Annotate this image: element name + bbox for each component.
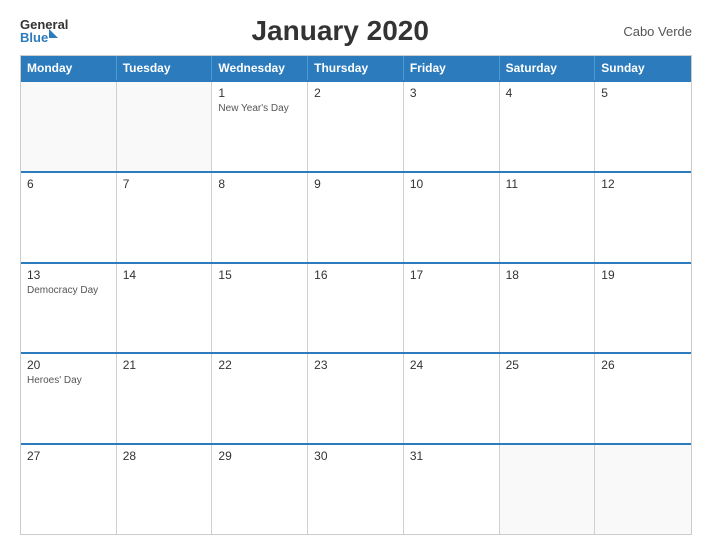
calendar-cell <box>500 445 596 534</box>
calendar-cell: 2 <box>308 82 404 171</box>
calendar-cell: 31 <box>404 445 500 534</box>
calendar-cell: 15 <box>212 264 308 353</box>
day-number: 9 <box>314 177 397 191</box>
day-number: 28 <box>123 449 206 463</box>
day-number: 7 <box>123 177 206 191</box>
calendar-cell: 12 <box>595 173 691 262</box>
day-number: 11 <box>506 177 589 191</box>
calendar-cell: 1 New Year's Day <box>212 82 308 171</box>
day-number: 29 <box>218 449 301 463</box>
calendar-cell: 23 <box>308 354 404 443</box>
calendar-header-row: MondayTuesdayWednesdayThursdayFridaySatu… <box>21 56 691 80</box>
calendar-cell: 17 <box>404 264 500 353</box>
calendar-cell: 11 <box>500 173 596 262</box>
day-number: 6 <box>27 177 110 191</box>
logo-blue-text: Blue <box>20 31 48 44</box>
calendar-header-cell: Monday <box>21 56 117 80</box>
calendar-cell: 13 Democracy Day <box>21 264 117 353</box>
calendar-cell: 7 <box>117 173 213 262</box>
calendar-header-cell: Friday <box>404 56 500 80</box>
day-number: 14 <box>123 268 206 282</box>
calendar-week: 6789 10 11 12 <box>21 171 691 262</box>
calendar-cell: 22 <box>212 354 308 443</box>
calendar-cell: 20 Heroes' Day <box>21 354 117 443</box>
day-number: 18 <box>506 268 589 282</box>
calendar-cell: 14 <box>117 264 213 353</box>
calendar-week: 13 Democracy Day 14 15 16 17 18 19 <box>21 262 691 353</box>
country-name: Cabo Verde <box>612 24 692 39</box>
calendar-cell: 4 <box>500 82 596 171</box>
calendar-cell: 19 <box>595 264 691 353</box>
day-number: 31 <box>410 449 493 463</box>
logo-triangle-icon <box>49 29 58 38</box>
day-number: 12 <box>601 177 685 191</box>
logo: General Blue <box>20 18 68 44</box>
calendar-week: 1 New Year's Day 2345 <box>21 80 691 171</box>
calendar-cell: 26 <box>595 354 691 443</box>
day-number: 21 <box>123 358 206 372</box>
day-number: 30 <box>314 449 397 463</box>
calendar-cell: 5 <box>595 82 691 171</box>
day-number: 4 <box>506 86 589 100</box>
calendar-week: 27 28 29 30 31 <box>21 443 691 534</box>
calendar-cell <box>21 82 117 171</box>
day-number: 2 <box>314 86 397 100</box>
calendar-cell: 29 <box>212 445 308 534</box>
calendar-cell: 27 <box>21 445 117 534</box>
calendar-cell <box>117 82 213 171</box>
calendar-cell: 16 <box>308 264 404 353</box>
calendar-header-cell: Wednesday <box>212 56 308 80</box>
day-number: 24 <box>410 358 493 372</box>
calendar-cell: 24 <box>404 354 500 443</box>
header: General Blue January 2020 Cabo Verde <box>20 15 692 47</box>
calendar-title: January 2020 <box>68 15 612 47</box>
day-number: 19 <box>601 268 685 282</box>
day-number: 20 <box>27 358 110 372</box>
day-number: 8 <box>218 177 301 191</box>
day-number: 23 <box>314 358 397 372</box>
calendar-cell: 28 <box>117 445 213 534</box>
calendar-cell: 30 <box>308 445 404 534</box>
calendar-header-cell: Thursday <box>308 56 404 80</box>
calendar-cell: 9 <box>308 173 404 262</box>
page: General Blue January 2020 Cabo Verde Mon… <box>0 0 712 550</box>
holiday-name: Democracy Day <box>27 284 110 297</box>
calendar-cell: 3 <box>404 82 500 171</box>
day-number: 13 <box>27 268 110 282</box>
day-number: 22 <box>218 358 301 372</box>
day-number: 16 <box>314 268 397 282</box>
day-number: 3 <box>410 86 493 100</box>
calendar-week: 20 Heroes' Day 21 22 23 24 25 26 <box>21 352 691 443</box>
calendar-cell <box>595 445 691 534</box>
calendar-body: 1New Year's Day2345678910111213Democracy… <box>21 80 691 534</box>
calendar-cell: 18 <box>500 264 596 353</box>
day-number: 1 <box>218 86 301 100</box>
day-number: 27 <box>27 449 110 463</box>
day-number: 5 <box>601 86 685 100</box>
calendar: MondayTuesdayWednesdayThursdayFridaySatu… <box>20 55 692 535</box>
calendar-header-cell: Sunday <box>595 56 691 80</box>
calendar-header-cell: Tuesday <box>117 56 213 80</box>
calendar-cell: 10 <box>404 173 500 262</box>
calendar-header-cell: Saturday <box>500 56 596 80</box>
calendar-cell: 8 <box>212 173 308 262</box>
day-number: 15 <box>218 268 301 282</box>
calendar-cell: 6 <box>21 173 117 262</box>
day-number: 10 <box>410 177 493 191</box>
calendar-cell: 25 <box>500 354 596 443</box>
holiday-name: New Year's Day <box>218 102 301 115</box>
day-number: 26 <box>601 358 685 372</box>
day-number: 17 <box>410 268 493 282</box>
day-number: 25 <box>506 358 589 372</box>
calendar-cell: 21 <box>117 354 213 443</box>
holiday-name: Heroes' Day <box>27 374 110 387</box>
